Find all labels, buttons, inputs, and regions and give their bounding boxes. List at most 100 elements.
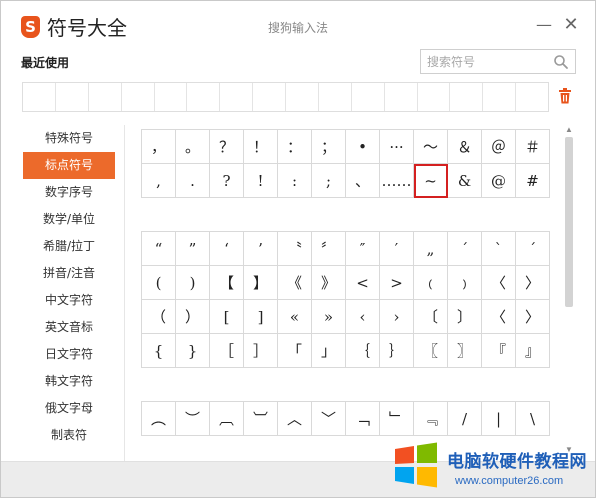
symbol-cell[interactable]: ›	[380, 300, 414, 334]
symbol-cell[interactable]: ︿	[278, 402, 312, 436]
recent-symbol-cell[interactable]	[319, 83, 352, 111]
symbol-cell[interactable]: 《	[278, 266, 312, 300]
sidebar-item-0[interactable]: 特殊符号	[23, 125, 115, 152]
symbol-cell[interactable]: „	[414, 232, 448, 266]
symbol-cell[interactable]: ′	[380, 232, 414, 266]
symbol-cell[interactable]: 〞	[312, 232, 346, 266]
symbol-cell[interactable]: ’	[244, 232, 278, 266]
symbol-cell[interactable]: |	[482, 402, 516, 436]
symbol-cell[interactable]: ＠	[482, 130, 516, 164]
symbol-cell[interactable]: •	[346, 130, 380, 164]
symbol-cell[interactable]: ~	[414, 164, 448, 198]
symbol-cell[interactable]: ……	[380, 164, 414, 198]
symbol-cell[interactable]: «	[278, 300, 312, 334]
symbol-cell[interactable]: ˋ	[482, 232, 516, 266]
symbol-cell[interactable]: }	[176, 334, 210, 368]
symbol-cell[interactable]: ｛	[346, 334, 380, 368]
symbol-cell[interactable]: 〉	[516, 266, 550, 300]
symbol-cell[interactable]: ,	[142, 164, 176, 198]
symbol-cell[interactable]: ［	[210, 334, 244, 368]
symbol-cell[interactable]: )	[176, 266, 210, 300]
symbol-cell[interactable]: ?	[210, 164, 244, 198]
symbol-cell[interactable]: 〝	[278, 232, 312, 266]
sidebar-item-9[interactable]: 韩文字符	[23, 368, 115, 395]
symbol-cell[interactable]: @	[482, 164, 516, 198]
symbol-cell[interactable]: /	[448, 402, 482, 436]
symbol-cell[interactable]: ；	[312, 130, 346, 164]
symbol-cell[interactable]: ？	[210, 130, 244, 164]
symbol-cell[interactable]: ˊ	[516, 232, 550, 266]
symbol-cell[interactable]: ︶	[176, 402, 210, 436]
symbol-cell[interactable]: ］	[244, 334, 278, 368]
recent-symbol-cell[interactable]	[155, 83, 188, 111]
symbol-cell[interactable]: 「	[278, 334, 312, 368]
symbol-cell[interactable]: ···	[380, 130, 414, 164]
symbol-cell[interactable]: 〗	[448, 334, 482, 368]
symbol-cell[interactable]: 〈	[482, 266, 516, 300]
sidebar-item-4[interactable]: 希腊/拉丁	[23, 233, 115, 260]
minimize-button[interactable]: —	[534, 15, 554, 35]
symbol-cell[interactable]: ︹	[210, 402, 244, 436]
symbol-cell[interactable]: ;	[312, 164, 346, 198]
symbol-cell[interactable]: »	[312, 300, 346, 334]
symbol-cell[interactable]: ＃	[516, 130, 550, 164]
recent-symbol-cell[interactable]	[450, 83, 484, 111]
close-button[interactable]: ✕	[561, 15, 581, 35]
symbol-cell[interactable]: 『	[482, 334, 516, 368]
sidebar-item-7[interactable]: 英文音标	[23, 314, 115, 341]
symbol-cell[interactable]: {	[142, 334, 176, 368]
symbol-cell[interactable]: 。	[176, 130, 210, 164]
symbol-cell[interactable]: &	[448, 164, 482, 198]
recent-symbol-cell[interactable]	[89, 83, 122, 111]
symbol-cell[interactable]: ，	[142, 130, 176, 164]
symbol-cell[interactable]: ﹂	[380, 402, 414, 436]
recent-symbol-cell[interactable]	[253, 83, 286, 111]
scroll-up-arrow-icon[interactable]: ▲	[563, 125, 575, 135]
sidebar-item-8[interactable]: 日文字符	[23, 341, 115, 368]
trash-icon[interactable]	[558, 88, 572, 104]
symbol-cell[interactable]: ：	[278, 130, 312, 164]
recent-symbol-cell[interactable]	[286, 83, 319, 111]
symbol-cell[interactable]: .	[176, 164, 210, 198]
symbol-cell[interactable]: 【	[210, 266, 244, 300]
symbol-cell[interactable]: ﹙	[414, 266, 448, 300]
symbol-cell[interactable]: ﹀	[312, 402, 346, 436]
scrollbar[interactable]: ▲ ▼	[563, 125, 575, 455]
symbol-cell[interactable]: ‹	[346, 300, 380, 334]
title-bar[interactable]: S 符号大全 搜狗输入法 — ✕	[1, 1, 595, 47]
recent-symbol-cell[interactable]	[56, 83, 89, 111]
symbol-cell[interactable]: ︺	[244, 402, 278, 436]
symbol-cell[interactable]: >	[380, 266, 414, 300]
symbol-cell[interactable]: 』	[516, 334, 550, 368]
symbol-cell[interactable]: ～	[414, 130, 448, 164]
recent-symbol-cell[interactable]	[483, 83, 517, 111]
symbol-cell[interactable]: 〉	[516, 300, 550, 334]
symbol-cell[interactable]: ˊ	[448, 232, 482, 266]
sidebar-item-3[interactable]: 数学/单位	[23, 206, 115, 233]
symbol-cell[interactable]: ″	[346, 232, 380, 266]
symbol-cell[interactable]: ｝	[380, 334, 414, 368]
sidebar-item-1[interactable]: 标点符号	[23, 152, 115, 179]
symbol-cell[interactable]: \	[516, 402, 550, 436]
symbol-cell[interactable]: 〕	[448, 300, 482, 334]
symbol-cell[interactable]: 〈	[482, 300, 516, 334]
symbol-cell[interactable]: ）	[176, 300, 210, 334]
symbol-cell[interactable]: ＆	[448, 130, 482, 164]
sidebar-item-6[interactable]: 中文字符	[23, 287, 115, 314]
recent-symbol-cell[interactable]	[220, 83, 254, 111]
symbol-cell[interactable]: 〔	[414, 300, 448, 334]
symbol-cell[interactable]: ﹚	[448, 266, 482, 300]
symbol-cell[interactable]: ]	[244, 300, 278, 334]
symbol-cell[interactable]: （	[142, 300, 176, 334]
symbol-cell[interactable]: #	[516, 164, 550, 198]
recent-symbol-cell[interactable]	[516, 83, 548, 111]
symbol-cell[interactable]: 】	[244, 266, 278, 300]
sidebar-item-2[interactable]: 数字序号	[23, 179, 115, 206]
symbol-cell[interactable]: (	[142, 266, 176, 300]
symbol-cell[interactable]: ‘	[210, 232, 244, 266]
symbol-cell[interactable]: “	[142, 232, 176, 266]
sidebar-item-11[interactable]: 制表符	[23, 422, 115, 449]
search-input[interactable]	[421, 50, 549, 73]
scroll-thumb[interactable]	[565, 137, 573, 307]
symbol-cell[interactable]: 》	[312, 266, 346, 300]
